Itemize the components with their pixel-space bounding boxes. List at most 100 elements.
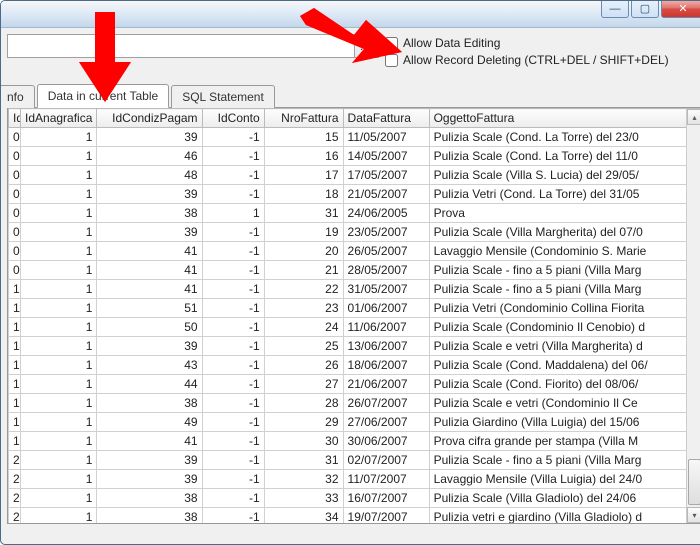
cell-idana[interactable]: 1 [20,204,96,223]
cell-datafatt[interactable]: 13/06/2007 [343,337,429,356]
cell-nrofatt[interactable]: 34 [264,508,343,525]
vertical-scrollbar[interactable]: ▴ ▾ [686,109,700,523]
cell-idana[interactable]: 1 [20,242,96,261]
cell-datafatt[interactable]: 17/05/2007 [343,166,429,185]
cell-nrofatt[interactable]: 25 [264,337,343,356]
col-idanagrafica[interactable]: IdAnagrafica [20,109,96,128]
cell-idcodiva[interactable]: 26 [9,489,21,508]
cell-oggetto[interactable]: Pulizia Scale (Cond. La Torre) del 23/0 [429,128,700,147]
cell-idcondiz[interactable]: 39 [97,185,202,204]
cell-nrofatt[interactable]: 21 [264,261,343,280]
cell-datafatt[interactable]: 28/05/2007 [343,261,429,280]
cell-idcodiva[interactable]: 04 [9,166,21,185]
cell-idcondiz[interactable]: 39 [97,337,202,356]
cell-idana[interactable]: 1 [20,451,96,470]
scroll-thumb[interactable] [688,459,700,505]
cell-idconto[interactable]: -1 [202,128,264,147]
allow-editing-checkbox[interactable] [385,37,398,50]
cell-idconto[interactable]: -1 [202,451,264,470]
cell-idana[interactable]: 1 [20,394,96,413]
cell-idana[interactable]: 1 [20,318,96,337]
cell-datafatt[interactable]: 11/05/2007 [343,128,429,147]
cell-idcondiz[interactable]: 41 [97,280,202,299]
table-row[interactable]: 15143-12618/06/2007Pulizia Scale (Cond. … [9,356,700,375]
cell-idcodiva[interactable]: 25 [9,470,21,489]
cell-datafatt[interactable]: 16/07/2007 [343,489,429,508]
cell-idcodiva[interactable]: 02 [9,128,21,147]
cell-datafatt[interactable]: 11/07/2007 [343,470,429,489]
maximize-button[interactable]: ▢ [631,0,659,18]
cell-datafatt[interactable]: 14/05/2007 [343,147,429,166]
cell-idconto[interactable]: -1 [202,185,264,204]
col-idcondizpagam[interactable]: IdCondizPagam [97,109,202,128]
cell-idcondiz[interactable]: 38 [97,489,202,508]
cell-oggetto[interactable]: Pulizia Vetri (Cond. La Torre) del 31/05 [429,185,700,204]
cell-oggetto[interactable]: Lavaggio Mensile (Villa Luigia) del 24/0 [429,470,700,489]
table-row[interactable]: 16138-12826/07/2007Pulizia Scale e vetri… [9,394,700,413]
cell-oggetto[interactable]: Pulizia Scale (Cond. Fiorito) del 08/06/ [429,375,700,394]
cell-oggetto[interactable]: Pulizia Scale (Villa Gladiolo) del 24/06 [429,489,700,508]
table-row[interactable]: 17149-12927/06/2007Pulizia Giardino (Vil… [9,413,700,432]
cell-idconto[interactable]: -1 [202,166,264,185]
cell-datafatt[interactable]: 02/07/2007 [343,451,429,470]
cell-oggetto[interactable]: Pulizia Scale (Cond. Maddalena) del 06/ [429,356,700,375]
cell-oggetto[interactable]: Pulizia Scale (Villa S. Lucia) del 29/05… [429,166,700,185]
browse-button[interactable]: ... [355,34,379,58]
allow-deleting-row[interactable]: Allow Record Deleting (CTRL+DEL / SHIFT+… [385,53,669,67]
cell-idconto[interactable]: -1 [202,432,264,451]
cell-idconto[interactable]: -1 [202,375,264,394]
cell-idana[interactable]: 1 [20,375,96,394]
table-row[interactable]: 11151-12301/06/2007Pulizia Vetri (Condom… [9,299,700,318]
table-row[interactable]: 03146-11614/05/2007Pulizia Scale (Cond. … [9,147,700,166]
cell-idcodiva[interactable]: 23 [9,451,21,470]
col-oggettofattura[interactable]: OggettoFattura [429,109,700,128]
cell-idconto[interactable]: -1 [202,394,264,413]
data-grid[interactable]: IdCodIva IdAnagrafica IdCondizPagam IdCo… [7,108,700,524]
tab-info[interactable]: nfo [1,85,35,108]
tab-sql[interactable]: SQL Statement [171,85,275,108]
col-idcodiva[interactable]: IdCodIva [9,109,21,128]
cell-datafatt[interactable]: 26/07/2007 [343,394,429,413]
cell-idconto[interactable]: -1 [202,299,264,318]
cell-idconto[interactable]: -1 [202,337,264,356]
cell-nrofatt[interactable]: 23 [264,299,343,318]
cell-nrofatt[interactable]: 29 [264,413,343,432]
table-row[interactable]: 0613813124/06/2005Prova [9,204,700,223]
cell-datafatt[interactable]: 30/06/2007 [343,432,429,451]
cell-idana[interactable]: 1 [20,356,96,375]
col-nrofattura[interactable]: NroFattura [264,109,343,128]
cell-oggetto[interactable]: Pulizia Scale - fino a 5 piani (Villa Ma… [429,451,700,470]
table-row[interactable]: 08141-12026/05/2007Lavaggio Mensile (Con… [9,242,700,261]
cell-datafatt[interactable]: 11/06/2007 [343,318,429,337]
cell-idcodiva[interactable]: 15 [9,356,21,375]
cell-idcondiz[interactable]: 39 [97,451,202,470]
cell-idana[interactable]: 1 [20,299,96,318]
allow-deleting-checkbox[interactable] [385,54,398,67]
cell-idcodiva[interactable]: 07 [9,223,21,242]
cell-datafatt[interactable]: 01/06/2007 [343,299,429,318]
cell-idconto[interactable]: -1 [202,147,264,166]
cell-nrofatt[interactable]: 27 [264,375,343,394]
cell-nrofatt[interactable]: 30 [264,432,343,451]
cell-nrofatt[interactable]: 31 [264,204,343,223]
cell-oggetto[interactable]: Pulizia Vetri (Condominio Collina Fiorit… [429,299,700,318]
col-idconto[interactable]: IdConto [202,109,264,128]
cell-nrofatt[interactable]: 16 [264,147,343,166]
table-row[interactable]: 26138-13419/07/2007Pulizia vetri e giard… [9,508,700,525]
cell-datafatt[interactable]: 18/06/2007 [343,356,429,375]
table-row[interactable]: 04148-11717/05/2007Pulizia Scale (Villa … [9,166,700,185]
cell-idcondiz[interactable]: 39 [97,223,202,242]
cell-nrofatt[interactable]: 33 [264,489,343,508]
table-row[interactable]: 10141-12231/05/2007Pulizia Scale - fino … [9,280,700,299]
cell-nrofatt[interactable]: 32 [264,470,343,489]
cell-idana[interactable]: 1 [20,432,96,451]
tab-data[interactable]: Data in current Table [37,84,170,108]
cell-idcodiva[interactable]: 03 [9,147,21,166]
cell-idconto[interactable]: -1 [202,318,264,337]
cell-idcondiz[interactable]: 39 [97,128,202,147]
cell-nrofatt[interactable]: 22 [264,280,343,299]
close-button[interactable]: ✕ [661,0,700,18]
cell-idconto[interactable]: -1 [202,413,264,432]
cell-idconto[interactable]: -1 [202,489,264,508]
cell-oggetto[interactable]: Pulizia Giardino (Villa Luigia) del 15/0… [429,413,700,432]
